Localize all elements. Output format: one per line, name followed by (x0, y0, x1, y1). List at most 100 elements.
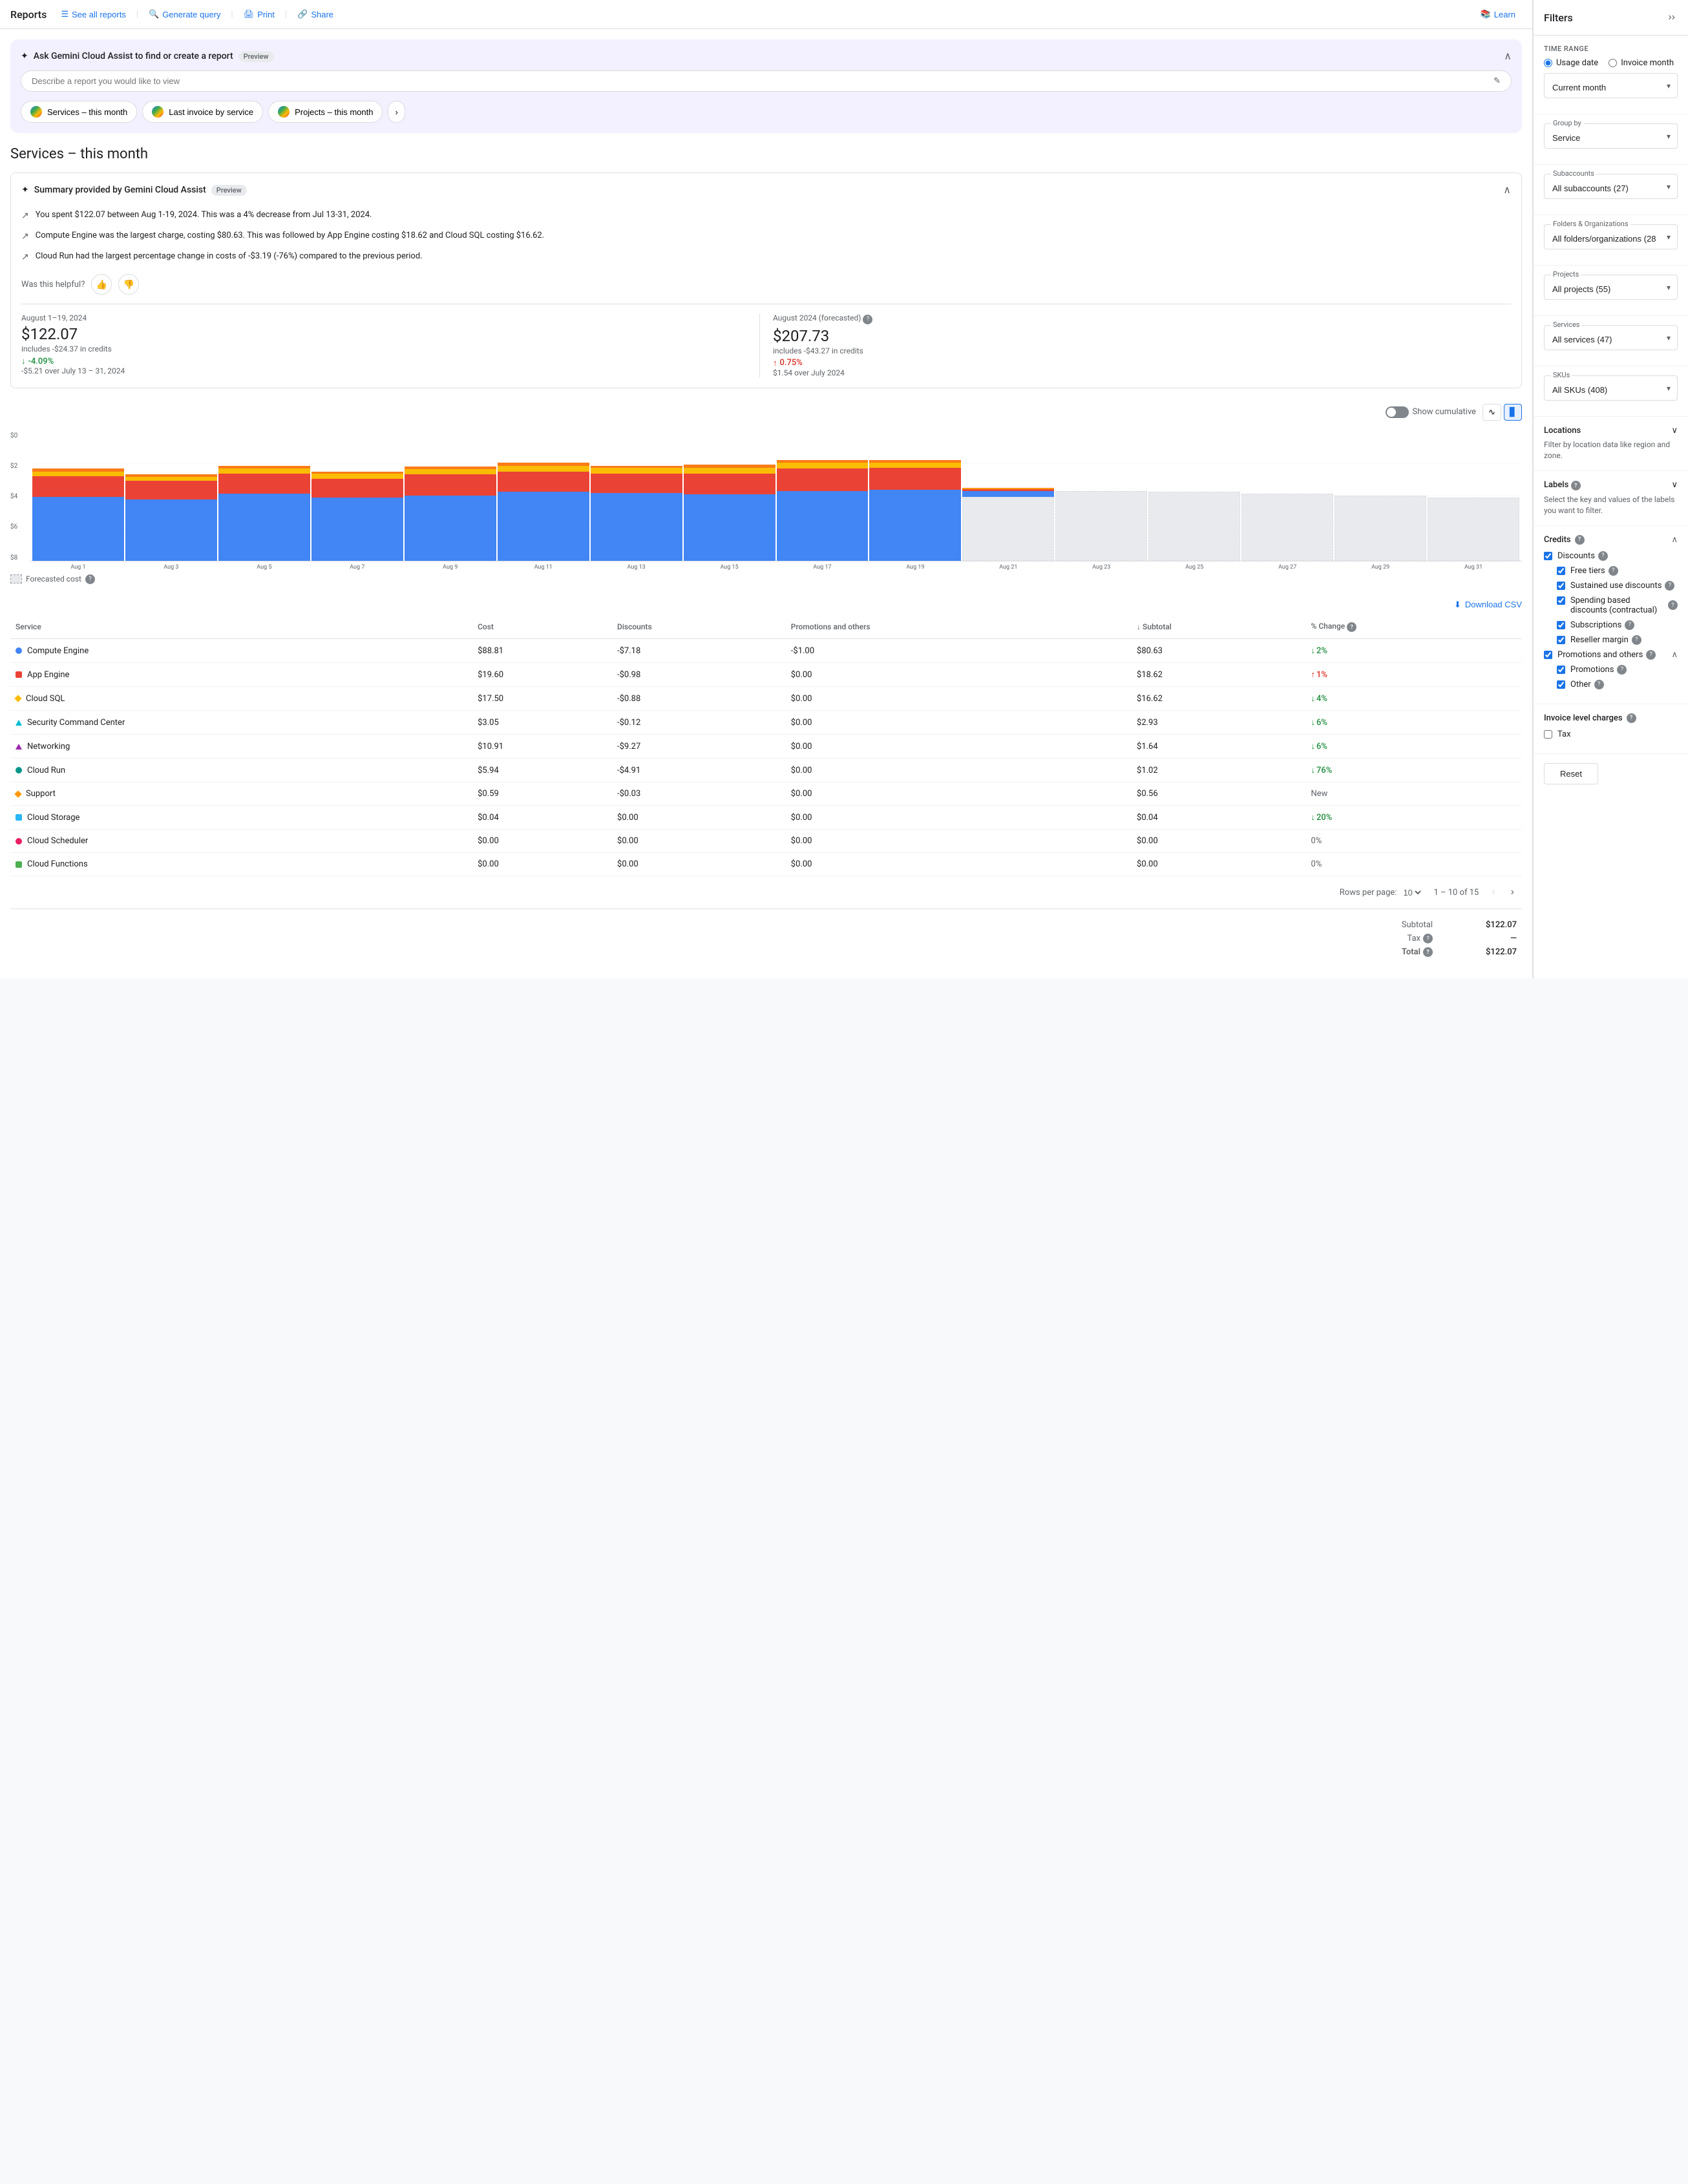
free-tiers-help-icon[interactable]: ? (1609, 566, 1618, 576)
stats-row: August 1–19, 2024 $122.07 includes -$24.… (21, 304, 1511, 377)
service-icon (16, 744, 22, 750)
other-help-icon[interactable]: ? (1594, 680, 1604, 689)
promotions-others-help-icon[interactable]: ? (1646, 650, 1656, 660)
folders-container: Folders & Organizations All folders/orga… (1544, 224, 1678, 249)
forecasted-help-icon[interactable]: ? (85, 574, 95, 584)
gemini-star-icon: ✦ (21, 51, 28, 61)
pagination-next-button[interactable]: › (1508, 884, 1517, 901)
pagination-prev-button[interactable]: ‹ (1489, 884, 1497, 901)
gemini-search-input[interactable] (32, 76, 1493, 86)
services-select[interactable]: All services (47) (1545, 328, 1677, 350)
td-service: Cloud Run (10, 759, 472, 782)
quick-buttons-row: Services – this month Last invoice by se… (21, 101, 1512, 123)
data-table: Service Cost Discounts Promotions and ot… (10, 615, 1522, 877)
subaccounts-select[interactable]: All subaccounts (27) (1545, 177, 1677, 198)
share-button[interactable]: 🔗 Share (291, 5, 340, 23)
bar-red-0 (32, 476, 124, 497)
bar-yellow-6 (591, 468, 682, 473)
table-row: App Engine $19.60 -$0.98 $0.00 $18.62 ↑1… (10, 663, 1522, 687)
td-cost: $5.94 (472, 759, 612, 782)
total-help-icon[interactable]: ? (1423, 947, 1433, 957)
td-discounts: -$0.88 (612, 687, 786, 711)
rows-per-page-select[interactable]: 10 25 50 (1400, 887, 1423, 898)
quick-btn-last-invoice[interactable]: Last invoice by service (142, 101, 263, 123)
forecast-help-icon[interactable]: ? (863, 315, 872, 324)
gcp-icon-services (30, 106, 42, 118)
generate-query-button[interactable]: 🔍 Generate query (142, 5, 227, 23)
invoice-month-option[interactable]: Invoice month (1609, 58, 1674, 68)
toggle-switch[interactable] (1386, 406, 1409, 418)
td-subtotal: $80.63 (1132, 639, 1306, 663)
reseller-checkbox[interactable] (1557, 636, 1565, 644)
promotions-checkbox[interactable] (1557, 666, 1565, 674)
tax-checkbox[interactable] (1544, 730, 1552, 739)
usage-date-option[interactable]: Usage date (1544, 58, 1598, 68)
td-service: Cloud SQL (10, 687, 472, 711)
credits-header: Credits ? ∧ (1544, 535, 1678, 545)
tax-help-icon[interactable]: ? (1423, 934, 1433, 943)
other-checkbox[interactable] (1557, 680, 1565, 689)
learn-button[interactable]: 📚 Learn (1474, 5, 1522, 23)
reset-button[interactable]: Reset (1544, 763, 1598, 784)
quick-btn-more[interactable]: › (388, 101, 405, 123)
thumbs-down-button[interactable]: 👎 (118, 274, 139, 295)
discounts-help-icon[interactable]: ? (1598, 551, 1608, 561)
td-cost: $0.04 (472, 806, 612, 830)
gemini-collapse-button[interactable]: ∧ (1504, 50, 1512, 63)
reseller-help-icon[interactable]: ? (1632, 635, 1641, 645)
arrow-down-icon: ↓ (1311, 646, 1316, 656)
bar-group-8 (777, 432, 869, 561)
summary-header: ✦ Summary provided by Gemini Cloud Assis… (21, 184, 1511, 196)
spending-based-item: Spending based discounts (contractual) ? (1557, 596, 1678, 615)
chart-area: Show cumulative ∿ ▊ $8 $6 $4 $2 $0 Aug 1… (10, 399, 1522, 584)
promotions-help-icon[interactable]: ? (1617, 665, 1627, 675)
labels-header[interactable]: Labels ? ∨ (1544, 480, 1678, 491)
subscriptions-item: Subscriptions ? (1557, 620, 1678, 630)
td-subtotal: $0.00 (1132, 853, 1306, 876)
service-name: Cloud SQL (26, 694, 65, 704)
projects-select[interactable]: All projects (55) (1545, 278, 1677, 299)
total-label: Total ? (1402, 947, 1433, 957)
bar-group-11 (1055, 432, 1147, 561)
gemini-input-row: ✎ (21, 70, 1512, 92)
thumbs-up-button[interactable]: 👍 (91, 274, 112, 295)
sidebar-collapse-button[interactable]: ›› (1665, 9, 1678, 26)
folders-select[interactable]: All folders/organizations (28) (1545, 227, 1677, 249)
promotions-collapse-icon[interactable]: ∧ (1671, 650, 1678, 660)
line-chart-button[interactable]: ∿ (1482, 404, 1501, 421)
skus-select[interactable]: All SKUs (408) (1545, 379, 1677, 400)
gemini-submit-icon[interactable]: ✎ (1493, 76, 1501, 86)
labels-help-icon[interactable]: ? (1571, 481, 1581, 490)
credits-collapse-icon[interactable]: ∧ (1671, 535, 1678, 545)
group-by-select[interactable]: Service Project SKU (1545, 127, 1677, 148)
download-csv-button[interactable]: ⬇ Download CSV (1454, 600, 1522, 610)
bar-chart-button[interactable]: ▊ (1504, 404, 1522, 421)
see-all-reports-button[interactable]: ☰ See all reports (54, 5, 132, 23)
sustained-use-help-icon[interactable]: ? (1665, 581, 1674, 591)
discounts-checkbox[interactable] (1544, 552, 1552, 560)
current-month-select[interactable]: Current month (1545, 76, 1677, 98)
free-tiers-checkbox[interactable] (1557, 567, 1565, 575)
credits-help-icon[interactable]: ? (1575, 535, 1585, 545)
th-subtotal[interactable]: ↓ Subtotal (1132, 615, 1306, 639)
subscriptions-checkbox[interactable] (1557, 621, 1565, 629)
invoice-charges-help-icon[interactable]: ? (1627, 713, 1636, 723)
gcp-icon-projects (278, 106, 290, 118)
locations-header[interactable]: Locations ∨ (1544, 426, 1678, 436)
quick-btn-projects[interactable]: Projects – this month (268, 101, 383, 123)
td-service: Cloud Storage (10, 806, 472, 830)
spending-based-help-icon[interactable]: ? (1668, 600, 1678, 610)
usage-date-radio[interactable] (1544, 59, 1552, 67)
quick-btn-services[interactable]: Services – this month (21, 101, 137, 123)
change-help-icon[interactable]: ? (1347, 622, 1356, 632)
subscriptions-help-icon[interactable]: ? (1625, 620, 1634, 630)
bar-red-9 (869, 468, 961, 489)
summary-collapse-button[interactable]: ∧ (1503, 184, 1511, 196)
reseller-item: Reseller margin ? (1557, 635, 1678, 645)
invoice-month-radio[interactable] (1609, 59, 1617, 67)
sustained-use-checkbox[interactable] (1557, 582, 1565, 590)
promotions-others-checkbox[interactable] (1544, 651, 1552, 659)
spending-based-checkbox[interactable] (1557, 596, 1565, 605)
print-button[interactable]: 🖨 Print (237, 5, 281, 23)
show-cumulative-toggle[interactable]: Show cumulative (1386, 406, 1477, 418)
